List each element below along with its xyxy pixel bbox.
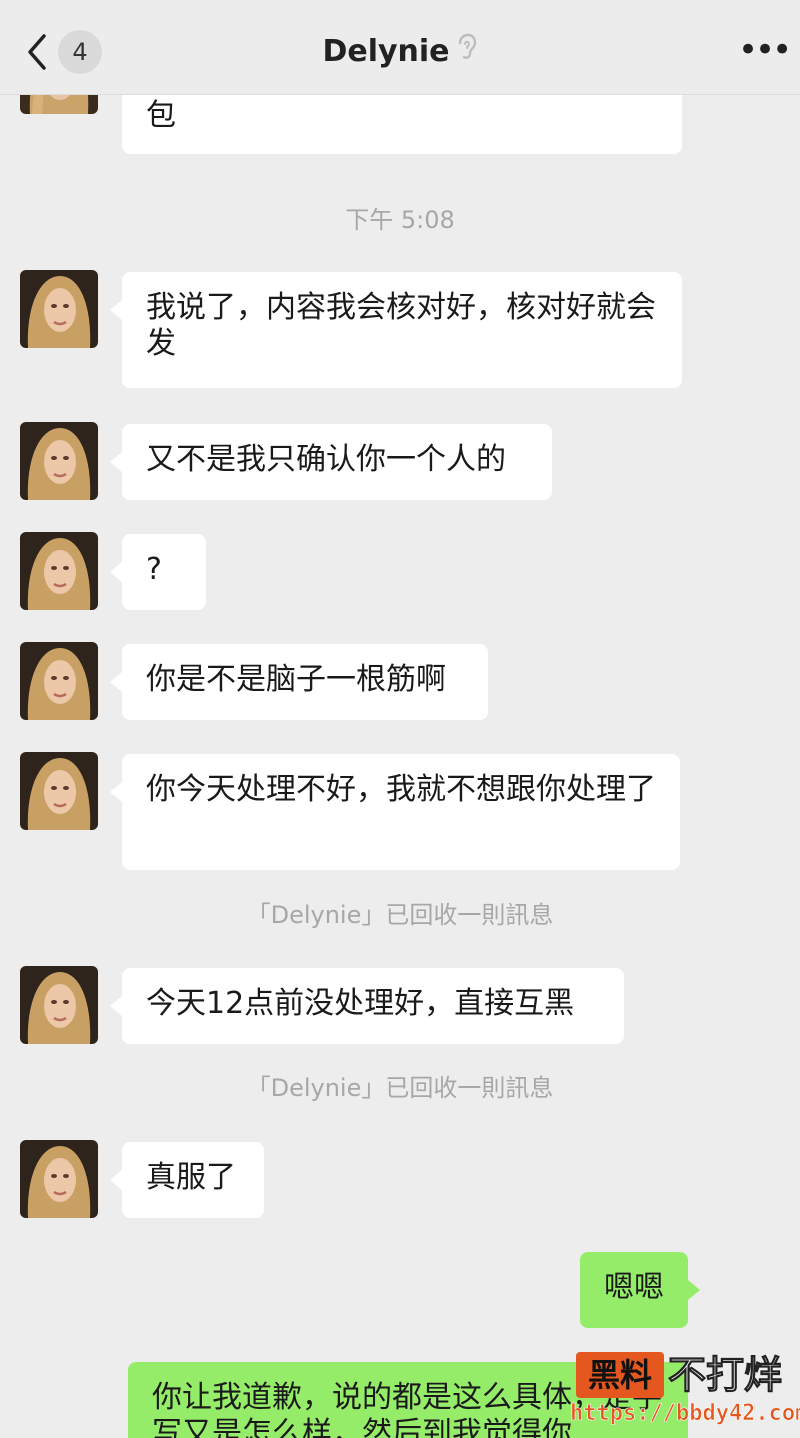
message-text: 包 xyxy=(146,98,176,133)
chat-header: 4 Delynie ••• xyxy=(0,0,800,95)
more-dots-icon[interactable]: ••• xyxy=(738,30,792,74)
message-bubble[interactable]: 真服了 xyxy=(110,1142,264,1218)
message-bubble[interactable]: 包 xyxy=(122,94,682,154)
avatar[interactable] xyxy=(20,642,98,720)
message-text: 嗯嗯 xyxy=(604,1270,664,1305)
message-text: 真服了 xyxy=(146,1160,236,1195)
message-text: 你是不是脑子一根筋啊 xyxy=(146,662,446,697)
avatar[interactable] xyxy=(20,422,98,500)
watermark-text: 不打烊 xyxy=(667,1353,783,1398)
recall-notice: 「Delynie」已回收一則訊息 xyxy=(246,1074,554,1102)
message-bubble[interactable]: ? xyxy=(110,534,206,610)
message-text: 今天12点前没处理好，直接互黑 xyxy=(146,986,575,1021)
watermark-logo-box: 黑料 xyxy=(576,1352,664,1398)
message-text: ? xyxy=(146,552,162,587)
timestamp: 下午 5:08 xyxy=(345,206,455,234)
recall-notice: 「Delynie」已回收一則訊息 xyxy=(246,901,554,929)
avatar[interactable] xyxy=(20,1140,98,1218)
message-bubble[interactable]: 我说了，内容我会核对好，核对好就会发 xyxy=(110,272,682,388)
avatar[interactable] xyxy=(20,966,98,1044)
watermark-url: https://bbdy42.com xyxy=(570,1401,800,1427)
contact-name: Delynie xyxy=(322,34,450,69)
message-bubble[interactable]: 又不是我只确认你一个人的 xyxy=(110,424,552,500)
message-bubble[interactable]: 今天12点前没处理好，直接互黑 xyxy=(110,968,624,1044)
message-text: 我说了，内容我会核对好，核对好就会发 xyxy=(146,290,656,361)
my-message-bubble[interactable]: 嗯嗯 xyxy=(580,1252,700,1328)
message-bubble[interactable]: 你今天处理不好，我就不想跟你处理了 xyxy=(110,754,680,870)
avatar[interactable] xyxy=(20,270,98,348)
ear-icon xyxy=(456,33,478,73)
message-bubble[interactable]: 你是不是脑子一根筋啊 xyxy=(110,644,488,720)
avatar[interactable] xyxy=(20,752,98,830)
chat-title: Delynie xyxy=(0,32,800,73)
message-text: 又不是我只确认你一个人的 xyxy=(146,442,506,477)
avatar[interactable] xyxy=(20,532,98,610)
message-text: 你今天处理不好，我就不想跟你处理了 xyxy=(146,772,656,807)
watermark: 黑料 不打烊 https://bbdy42.com xyxy=(568,1350,800,1432)
